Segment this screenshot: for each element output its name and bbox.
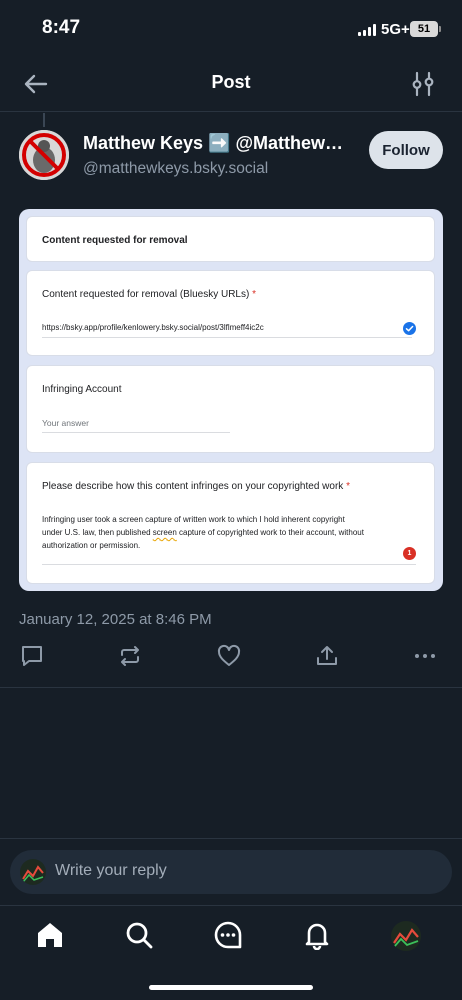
- profile-avatar[interactable]: [391, 921, 421, 951]
- required-asterisk: *: [346, 481, 350, 492]
- check-icon: [403, 322, 416, 335]
- author-name[interactable]: Matthew Keys ➡️ @Matthew…: [83, 133, 358, 154]
- author-handle[interactable]: @matthewkeys.bsky.social: [83, 160, 268, 178]
- home-icon[interactable]: [35, 920, 65, 950]
- form-question-account: Infringing Account Your answer: [26, 365, 435, 453]
- page-title: Post: [211, 72, 251, 92]
- reply-icon[interactable]: [19, 643, 45, 669]
- form-question-urls: Content requested for removal (Bluesky U…: [26, 270, 435, 356]
- repost-icon[interactable]: [117, 643, 143, 669]
- top-bar: Post: [0, 60, 462, 112]
- urls-answer-underline: [42, 337, 412, 338]
- notifications-bell-icon[interactable]: [302, 920, 332, 950]
- post-divider: [0, 687, 462, 688]
- required-asterisk: *: [252, 289, 256, 300]
- reply-divider: [0, 838, 462, 839]
- form-section-title: Content requested for removal: [42, 235, 188, 246]
- network-label: 5G+: [381, 21, 410, 38]
- describe-answer-underline: [42, 564, 416, 565]
- bottom-tab-bar: [0, 905, 462, 1000]
- status-bar: 8:47 5G+ 51: [0, 0, 462, 58]
- thread-line: [43, 113, 45, 127]
- account-answer-underline: [42, 432, 230, 433]
- reply-input-placeholder[interactable]: Write your reply: [55, 862, 167, 880]
- post-timestamp: January 12, 2025 at 8:46 PM: [19, 611, 212, 628]
- form-question-describe: Please describe how this content infring…: [26, 462, 435, 584]
- author-avatar[interactable]: [19, 130, 69, 180]
- battery-icon: 51: [410, 21, 438, 37]
- describe-question-label: Please describe how this content infring…: [42, 481, 350, 492]
- form-section-card: Content requested for removal: [26, 216, 435, 262]
- chat-icon[interactable]: [213, 920, 243, 950]
- describe-answer: Infringing user took a screen capture of…: [42, 515, 364, 550]
- more-options-icon[interactable]: [412, 643, 438, 669]
- battery-tip: [439, 26, 441, 32]
- error-badge: 1: [403, 547, 416, 560]
- share-icon[interactable]: [314, 643, 340, 669]
- urls-answer: https://bsky.app/profile/kenlowery.bsky.…: [42, 323, 264, 332]
- urls-question-label: Content requested for removal (Bluesky U…: [42, 289, 256, 300]
- search-icon[interactable]: [124, 920, 154, 950]
- account-question-label: Infringing Account: [42, 384, 122, 395]
- filter-settings-icon[interactable]: [410, 70, 436, 98]
- status-time: 8:47: [42, 17, 81, 38]
- home-indicator: [149, 985, 313, 990]
- like-heart-icon[interactable]: [216, 643, 242, 669]
- follow-button[interactable]: Follow: [369, 131, 443, 169]
- signal-icon: [358, 24, 376, 36]
- reply-composer[interactable]: Write your reply: [10, 850, 452, 894]
- user-avatar: [20, 859, 46, 885]
- post-actions: [0, 643, 462, 671]
- account-answer-placeholder: Your answer: [42, 418, 89, 428]
- post-image[interactable]: Content requested for removal Content re…: [19, 209, 443, 591]
- spellcheck-underline: screen: [152, 528, 177, 537]
